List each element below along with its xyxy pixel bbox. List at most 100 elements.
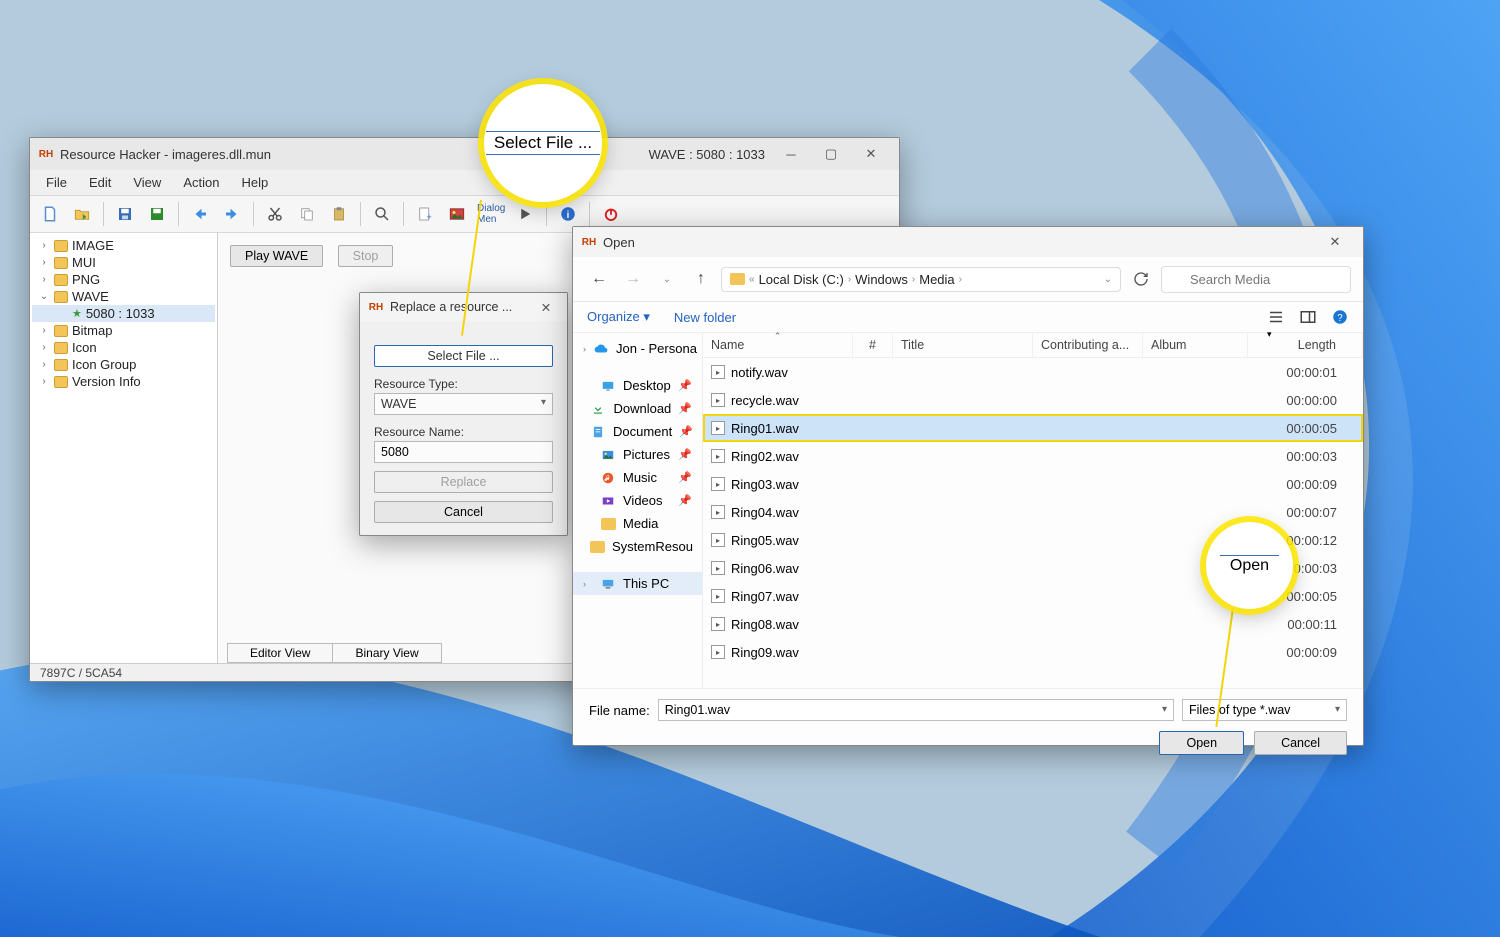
info-icon[interactable]: i	[554, 200, 582, 228]
editor-view-tab[interactable]: Editor View	[227, 643, 333, 663]
stop-button[interactable]: Stop	[338, 245, 394, 267]
tree-item-icon-group[interactable]: ›Icon Group	[32, 356, 215, 373]
open-sidebar[interactable]: ›Jon - PersonaDesktop📌Download📌Document📌…	[573, 333, 703, 688]
refresh-icon[interactable]	[1127, 265, 1155, 293]
preview-pane-icon[interactable]	[1299, 308, 1317, 326]
binary-view-tab[interactable]: Binary View	[333, 643, 441, 663]
menu-view[interactable]: View	[123, 172, 171, 193]
play-icon[interactable]	[511, 200, 539, 228]
paste-icon[interactable]	[325, 200, 353, 228]
up-icon[interactable]: ↑	[687, 265, 715, 293]
crumb-media[interactable]: Media	[919, 272, 954, 287]
arrow-left-icon[interactable]	[186, 200, 214, 228]
search-input[interactable]	[1161, 266, 1351, 293]
col-num[interactable]: #	[853, 333, 893, 357]
back-icon[interactable]: ←	[585, 265, 613, 293]
organize-menu[interactable]: Organize ▾	[587, 309, 650, 325]
cut-icon[interactable]	[261, 200, 289, 228]
col-name[interactable]: ⌃Name	[703, 333, 853, 357]
tree-caret-icon[interactable]: ›	[38, 257, 50, 268]
crumb-windows[interactable]: Windows	[855, 272, 908, 287]
close-button[interactable]: ✕	[533, 296, 559, 318]
file-list-header[interactable]: ⌃Name # Title Contributing a... Album Le…	[703, 333, 1363, 358]
tree-item-5080-1033[interactable]: ★5080 : 1033	[32, 305, 215, 322]
cancel-button[interactable]: Cancel	[374, 501, 553, 523]
chevron-icon[interactable]: ›	[583, 344, 586, 354]
save-as-icon[interactable]	[143, 200, 171, 228]
tree-caret-icon[interactable]: ›	[38, 240, 50, 251]
pin-icon[interactable]: 📌	[678, 402, 692, 415]
maximize-button[interactable]: ▢	[811, 140, 851, 168]
close-button[interactable]: ✕	[1315, 229, 1355, 255]
tree-caret-icon[interactable]: ›	[38, 342, 50, 353]
cancel-button[interactable]: Cancel	[1254, 731, 1347, 755]
tree-item-image[interactable]: ›IMAGE	[32, 237, 215, 254]
col-album[interactable]: Album	[1143, 333, 1248, 357]
close-button[interactable]: ✕	[851, 140, 891, 168]
resource-name-input[interactable]	[374, 441, 553, 463]
add-resource-icon[interactable]: +	[411, 200, 439, 228]
image-resource-icon[interactable]	[443, 200, 471, 228]
select-file-button[interactable]: Select File ...	[374, 345, 553, 367]
breadcrumb[interactable]: « Local Disk (C:) › Windows › Media › ⌄	[721, 267, 1121, 292]
pin-icon[interactable]: 📌	[678, 379, 692, 392]
chevron-icon[interactable]: ›	[583, 579, 593, 589]
minimize-button[interactable]: ─	[771, 140, 811, 168]
tree-caret-icon[interactable]: ›	[38, 376, 50, 387]
crumb-c[interactable]: Local Disk (C:)	[759, 272, 844, 287]
menu-help[interactable]: Help	[231, 172, 278, 193]
file-row[interactable]: ▸Ring02.wav00:00:03	[703, 442, 1363, 470]
new-folder-button[interactable]: New folder	[674, 310, 736, 325]
file-list-rows[interactable]: ▸notify.wav00:00:01▸recycle.wav00:00:00▸…	[703, 358, 1363, 688]
sidebar-item-download[interactable]: Download📌	[573, 397, 702, 420]
menu-edit[interactable]: Edit	[79, 172, 121, 193]
menu-file[interactable]: File	[36, 172, 77, 193]
sidebar-item-desktop[interactable]: Desktop📌	[573, 374, 702, 397]
forward-icon[interactable]: →	[619, 265, 647, 293]
help-icon[interactable]: ?	[1331, 308, 1349, 326]
pin-icon[interactable]: 📌	[678, 448, 692, 461]
open-folder-icon[interactable]	[68, 200, 96, 228]
sidebar-item-videos[interactable]: Videos📌	[573, 489, 702, 512]
arrow-right-icon[interactable]	[218, 200, 246, 228]
file-row[interactable]: ▸Ring08.wav00:00:11	[703, 610, 1363, 638]
search-icon[interactable]	[368, 200, 396, 228]
replace-button[interactable]: Replace	[374, 471, 553, 493]
resource-type-combo[interactable]: WAVE	[374, 393, 553, 415]
rh-titlebar[interactable]: RH Resource Hacker - imageres.dll.mun WA…	[30, 138, 899, 170]
sidebar-item-media[interactable]: Media	[573, 512, 702, 535]
file-row[interactable]: ▸Ring03.wav00:00:09	[703, 470, 1363, 498]
tree-caret-icon[interactable]: ›	[38, 274, 50, 285]
tree-caret-icon[interactable]: ›	[38, 359, 50, 370]
tree-item-wave[interactable]: ⌄WAVE	[32, 288, 215, 305]
sidebar-item-this-pc[interactable]: ›This PC	[573, 572, 702, 595]
history-chevron-icon[interactable]: ⌄	[653, 265, 681, 293]
tree-item-bitmap[interactable]: ›Bitmap	[32, 322, 215, 339]
file-row[interactable]: ▸Ring09.wav00:00:09	[703, 638, 1363, 666]
tree-caret-icon[interactable]: ⌄	[38, 291, 50, 302]
pin-icon[interactable]: 📌	[679, 425, 693, 438]
save-icon[interactable]	[111, 200, 139, 228]
file-row[interactable]: ▸recycle.wav00:00:00	[703, 386, 1363, 414]
open-titlebar[interactable]: RH Open ✕	[573, 227, 1363, 257]
view-mode-icon[interactable]: ▾	[1267, 308, 1285, 326]
tree-caret-icon[interactable]: ›	[38, 325, 50, 336]
file-row[interactable]: ▸Ring04.wav00:00:07	[703, 498, 1363, 526]
col-contrib[interactable]: Contributing a...	[1033, 333, 1143, 357]
open-button[interactable]: Open	[1159, 731, 1244, 755]
play-wave-button[interactable]: Play WAVE	[230, 245, 323, 267]
tree-item-icon[interactable]: ›Icon	[32, 339, 215, 356]
resource-tree[interactable]: ›IMAGE›MUI›PNG⌄WAVE★5080 : 1033›Bitmap›I…	[30, 233, 218, 666]
pin-icon[interactable]: 📌	[678, 494, 692, 507]
sidebar-item-pictures[interactable]: Pictures📌	[573, 443, 702, 466]
sidebar-item-jon-persona[interactable]: ›Jon - Persona	[573, 337, 702, 360]
sidebar-item-systemresou[interactable]: SystemResou	[573, 535, 702, 558]
tree-item-version-info[interactable]: ›Version Info	[32, 373, 215, 390]
col-length[interactable]: Length	[1248, 333, 1363, 357]
tree-item-mui[interactable]: ›MUI	[32, 254, 215, 271]
power-icon[interactable]	[597, 200, 625, 228]
crumb-expand-icon[interactable]: ⌄	[1104, 274, 1112, 285]
col-title[interactable]: Title	[893, 333, 1033, 357]
tree-item-png[interactable]: ›PNG	[32, 271, 215, 288]
new-file-icon[interactable]	[36, 200, 64, 228]
